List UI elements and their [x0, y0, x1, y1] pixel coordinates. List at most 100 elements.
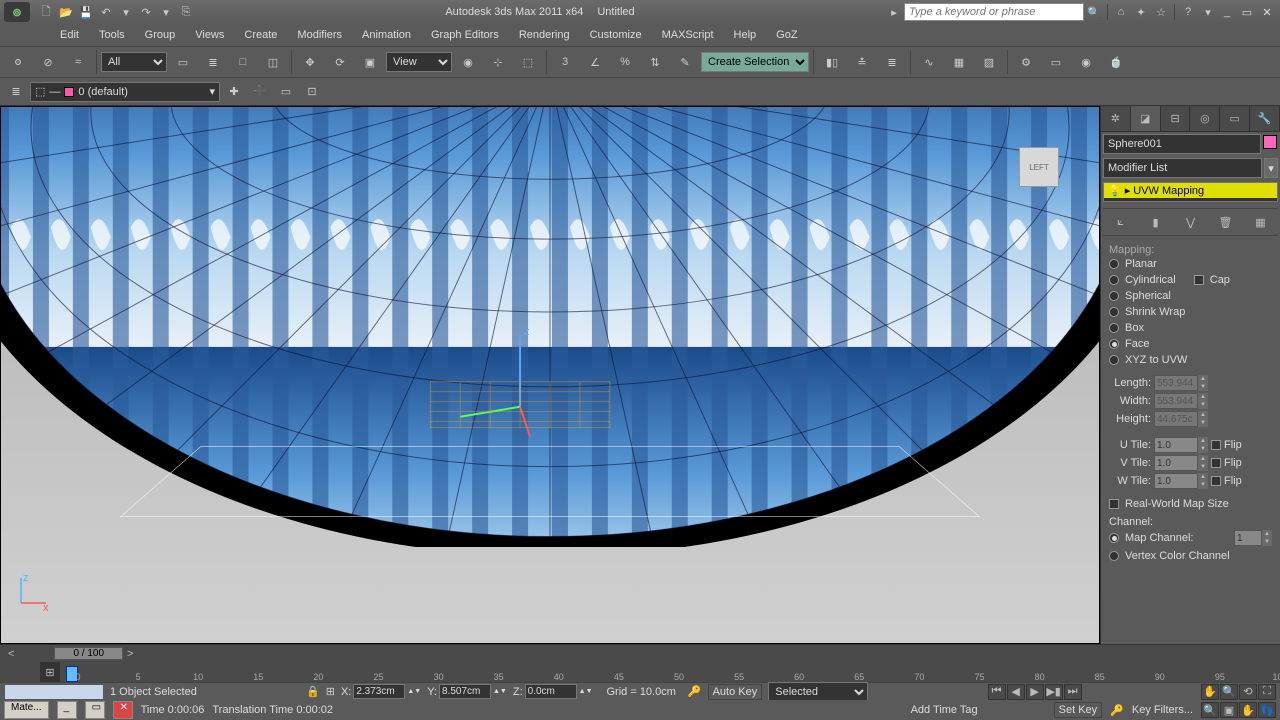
add-to-layer-icon[interactable]: ➕ [248, 80, 272, 104]
vflip-checkbox[interactable] [1211, 458, 1221, 468]
mapping-radio-shrink-wrap[interactable] [1109, 307, 1119, 317]
menu-goz[interactable]: GoZ [766, 26, 807, 44]
width-input[interactable] [1154, 393, 1198, 409]
help-dd-icon[interactable]: ▾ [1199, 4, 1217, 20]
layer-props-icon[interactable]: ⊡ [300, 80, 324, 104]
object-name-field[interactable]: Sphere001 [1103, 134, 1261, 154]
nav-walk-icon[interactable]: 👣 [1258, 702, 1276, 718]
keyfilters-button[interactable]: Key Filters... [1132, 704, 1193, 716]
setkey-button[interactable]: Set Key [1054, 702, 1103, 718]
select-name-icon[interactable]: ≣ [199, 48, 227, 76]
addtag-button[interactable]: Add Time Tag [911, 704, 978, 716]
lock-icon[interactable]: 🔒 [306, 685, 320, 698]
nav-pan-icon[interactable]: ✋ [1201, 684, 1219, 700]
taskbar-min[interactable]: _ [57, 701, 77, 719]
pivot-icon[interactable]: ◉ [454, 48, 482, 76]
link-icon[interactable]: ⎘ [177, 4, 195, 20]
coord-display-icon[interactable]: ⊞ [326, 685, 335, 698]
named-selection[interactable]: Create Selection Se [701, 52, 809, 72]
length-input[interactable] [1154, 375, 1198, 391]
layer-manager-icon[interactable]: ≣ [4, 80, 28, 104]
select-link-icon[interactable]: 𐍈 [4, 48, 32, 76]
nav-pan2-icon[interactable]: ✋ [1239, 702, 1257, 718]
tab-modify[interactable]: ◪ [1131, 106, 1161, 131]
favorites-icon[interactable]: ☆ [1152, 4, 1170, 20]
bind-icon[interactable]: ≈ [64, 48, 92, 76]
dropdown-arrow-icon[interactable]: ▾ [1264, 158, 1278, 178]
menu-tools[interactable]: Tools [89, 26, 135, 44]
angle-snap-icon[interactable]: ∠ [581, 48, 609, 76]
menu-customize[interactable]: Customize [580, 26, 652, 44]
wflip-checkbox[interactable] [1211, 476, 1221, 486]
menu-edit[interactable]: Edit [50, 26, 89, 44]
nav-zoom2-icon[interactable]: 🔍 [1201, 702, 1219, 718]
vtile-input[interactable] [1154, 455, 1198, 471]
mapping-radio-spherical[interactable] [1109, 291, 1119, 301]
menu-animation[interactable]: Animation [352, 26, 421, 44]
menu-create[interactable]: Create [234, 26, 287, 44]
mapchannel-radio[interactable] [1109, 533, 1119, 543]
keymode-select[interactable]: Selected [768, 682, 868, 702]
scale-icon[interactable]: ▣ [356, 48, 384, 76]
time-slider-row[interactable]: < 0 / 100 > [0, 644, 1280, 662]
new-layer-icon[interactable]: ✚ [222, 80, 246, 104]
y-coord-input[interactable] [439, 684, 491, 699]
remove-mod-icon[interactable]: 🗑 [1215, 212, 1237, 232]
select-layer-icon[interactable]: ▭ [274, 80, 298, 104]
new-icon[interactable]: 🗋 [37, 4, 55, 20]
mapchannel-input[interactable] [1234, 530, 1262, 546]
taskbar-restore[interactable]: ▭ [85, 701, 105, 719]
select-object-icon[interactable]: ▭ [169, 48, 197, 76]
subscription-icon[interactable]: ⌂ [1112, 4, 1130, 20]
render-frame-icon[interactable]: ▭ [1042, 48, 1070, 76]
menu-views[interactable]: Views [185, 26, 234, 44]
mirror-icon[interactable]: ▮▯ [818, 48, 846, 76]
menu-modifiers[interactable]: Modifiers [287, 26, 352, 44]
maximize-button[interactable]: ▭ [1238, 4, 1256, 20]
move-icon[interactable]: ✥ [296, 48, 324, 76]
menu-maxscript[interactable]: MAXScript [652, 26, 724, 44]
material-editor-icon[interactable]: ▨ [975, 48, 1003, 76]
mapping-radio-planar[interactable] [1109, 259, 1119, 269]
redo-icon[interactable]: ↷ [137, 4, 155, 20]
menu-rendering[interactable]: Rendering [509, 26, 580, 44]
mapping-radio-face[interactable] [1109, 339, 1119, 349]
menu-group[interactable]: Group [135, 26, 186, 44]
vertexcolor-radio[interactable] [1109, 551, 1119, 561]
tab-motion[interactable]: ◎ [1190, 106, 1220, 131]
align-icon[interactable]: ≛ [848, 48, 876, 76]
unlink-icon[interactable]: ⊘ [34, 48, 62, 76]
undo-icon[interactable]: ↶ [97, 4, 115, 20]
timeline-config-icon[interactable]: ⊞ [40, 662, 60, 682]
pin-stack-icon[interactable]: ⟀ [1110, 212, 1132, 232]
key-icon[interactable]: 🔑 [688, 685, 702, 698]
viewport-perspective[interactable]: [ + ] [ Perspective ] [ Smooth + Highlig… [0, 106, 1100, 644]
minimize-button[interactable]: _ [1218, 4, 1236, 20]
tab-hierarchy[interactable]: ⊟ [1161, 106, 1191, 131]
make-unique-icon[interactable]: ⋁ [1180, 212, 1202, 232]
realworld-checkbox[interactable] [1109, 499, 1119, 509]
mapping-radio-cylindrical[interactable] [1109, 275, 1119, 285]
prev-frame-icon[interactable]: ◀ [1007, 684, 1025, 700]
taskbar-close[interactable]: ✕ [113, 701, 133, 719]
render-setup-icon[interactable]: ⚙ [1012, 48, 1040, 76]
height-input[interactable] [1154, 411, 1198, 427]
app-icon[interactable]: ⊚ [4, 2, 30, 22]
show-end-icon[interactable]: ▮ [1145, 212, 1167, 232]
search-go-icon[interactable]: 🔍 [1085, 4, 1103, 20]
autokey-button[interactable]: Auto Key [708, 684, 763, 700]
modifier-list-dropdown[interactable]: Modifier List [1103, 158, 1262, 178]
ref-coord-system[interactable]: View [386, 52, 452, 72]
uflip-checkbox[interactable] [1211, 440, 1221, 450]
timeline-ruler[interactable]: ⊞ 05101520253035404550556065707580859095… [0, 662, 1280, 682]
setkey-icon[interactable]: 🔑 [1110, 704, 1124, 717]
snap-icon[interactable]: 3 [551, 48, 579, 76]
configure-icon[interactable]: ▦ [1250, 212, 1272, 232]
time-slider[interactable]: 0 / 100 [54, 647, 123, 660]
manipulate-icon[interactable]: ⊹ [484, 48, 512, 76]
goto-start-icon[interactable]: ⏮ [988, 684, 1006, 700]
cap-checkbox[interactable] [1194, 275, 1204, 285]
play-icon[interactable]: ▶ [1026, 684, 1044, 700]
layer-selector[interactable]: ⬚—0 (default) ▾ [30, 82, 220, 102]
tab-utilities[interactable]: 🔧 [1250, 106, 1280, 131]
